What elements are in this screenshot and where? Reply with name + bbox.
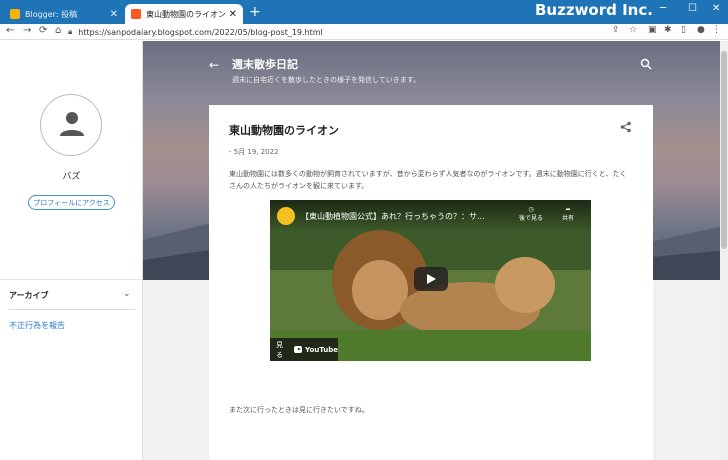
- blogger-icon: [10, 9, 20, 19]
- youtube-label: YouTube: [305, 345, 338, 354]
- blog-description: 週末に自宅近くを散歩したときの様子を発信していきます。: [232, 76, 421, 84]
- watch-on-label: 見る: [276, 340, 283, 359]
- post-date[interactable]: - 5月 19, 2022: [229, 147, 279, 157]
- browser-titlebar: Blogger: 投稿 ✕ 東山動物園のライオン ✕ + Buzzword In…: [0, 0, 728, 24]
- share-page-icon[interactable]: ⇪: [612, 25, 620, 35]
- divider: [0, 279, 143, 280]
- person-icon: [60, 112, 84, 136]
- tab-label: 東山動物園のライオン: [146, 9, 226, 19]
- brand-watermark: Buzzword Inc.: [535, 1, 653, 19]
- scrollbar-thumb[interactable]: [721, 51, 727, 249]
- channel-avatar[interactable]: [277, 207, 295, 225]
- video-share-button[interactable]: ➦ 共有: [557, 206, 579, 222]
- close-tab-icon[interactable]: ✕: [229, 9, 237, 20]
- clock-icon: ◷: [528, 206, 534, 213]
- watch-later-label: 後で見る: [518, 215, 543, 222]
- tab-lion-post[interactable]: 東山動物園のライオン ✕: [125, 4, 243, 24]
- blog-title[interactable]: 週末散歩日記: [232, 56, 298, 72]
- visit-profile-button[interactable]: プロフィールにアクセス: [28, 195, 115, 210]
- address-bar[interactable]: 🔒︎ https://sanpodaiary.blogspot.com/2022…: [68, 25, 608, 39]
- tab-blogger-posts[interactable]: Blogger: 投稿 ✕: [4, 4, 124, 24]
- youtube-embed[interactable]: 【東山動植物園公式】あれ？行っちゃうの？：サ... ◷ 後で見る ➦ 共有 見る…: [270, 200, 591, 361]
- share-arrow-icon: ➦: [565, 206, 571, 213]
- close-tab-icon[interactable]: ✕: [110, 9, 118, 20]
- back-arrow-icon[interactable]: ←: [209, 58, 219, 72]
- puzzle-icon[interactable]: ✱: [664, 25, 672, 35]
- back-button[interactable]: ←: [6, 25, 14, 36]
- bookmark-star-icon[interactable]: ☆: [629, 25, 637, 35]
- tab-label: Blogger: 投稿: [25, 9, 78, 19]
- new-tab-button[interactable]: +: [249, 4, 261, 20]
- scrollbar[interactable]: [720, 41, 728, 460]
- avatar[interactable]: [40, 94, 102, 156]
- address-toolbar: ← → ⟳ ⌂ 🔒︎ https://sanpodaiary.blogspot.…: [0, 24, 728, 40]
- watch-on-youtube-button[interactable]: 見る YouTube: [270, 338, 338, 361]
- home-button[interactable]: ⌂: [55, 25, 61, 36]
- minimize-button[interactable]: ─: [660, 3, 666, 14]
- lock-icon: 🔒︎: [68, 27, 73, 36]
- profile-icon[interactable]: ●: [697, 25, 705, 35]
- profile-name: バズ: [62, 172, 81, 182]
- divider: [9, 309, 135, 310]
- close-window-button[interactable]: ✕: [712, 3, 720, 14]
- video-share-label: 共有: [561, 215, 574, 222]
- post-footer-text: また次に行ったときは見に行きたいですね。: [229, 406, 369, 414]
- video-title[interactable]: 【東山動植物園公式】あれ？行っちゃうの？：サ...: [301, 211, 501, 222]
- blogger-icon: [131, 9, 141, 19]
- reload-button[interactable]: ⟳: [39, 25, 47, 36]
- sidebar: バズ プロフィールにアクセス アーカイブ ⌄ 不正行為を報告: [0, 41, 143, 460]
- post-card: 東山動物園のライオン - 5月 19, 2022 東山動物園には数多くの動物が飼…: [209, 105, 653, 460]
- page-content: バズ プロフィールにアクセス アーカイブ ⌄ 不正行為を報告 ← 週末散歩日記 …: [0, 41, 728, 460]
- sidepanel-icon[interactable]: ▯: [681, 25, 686, 35]
- post-title: 東山動物園のライオン: [229, 124, 339, 137]
- search-icon[interactable]: [640, 58, 652, 70]
- forward-button[interactable]: →: [23, 25, 31, 36]
- url-text: https://sanpodaiary.blogspot.com/2022/05…: [78, 27, 323, 37]
- watch-later-button[interactable]: ◷ 後で見る: [516, 206, 546, 222]
- maximize-button[interactable]: ☐: [688, 3, 697, 14]
- post-body: 東山動物園には数多くの動物が飼育されていますが、昔から変わらず人気者なのがライオ…: [229, 170, 627, 190]
- play-button[interactable]: [414, 267, 448, 291]
- share-icon[interactable]: [620, 121, 632, 133]
- archive-heading[interactable]: アーカイブ: [9, 290, 49, 301]
- report-abuse-link[interactable]: 不正行為を報告: [9, 320, 65, 331]
- chevron-down-icon[interactable]: ⌄: [123, 289, 131, 299]
- youtube-logo-icon: [293, 346, 303, 353]
- extension-icon[interactable]: ▣: [648, 25, 657, 35]
- menu-icon[interactable]: ⋮: [712, 25, 721, 35]
